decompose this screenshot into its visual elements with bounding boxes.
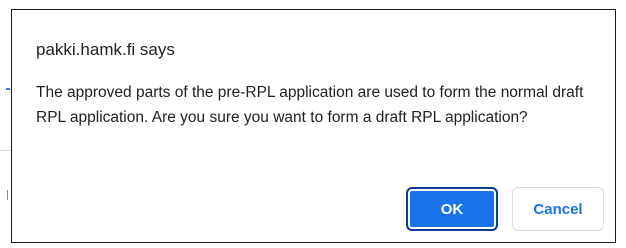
page-link-fragment bbox=[6, 88, 10, 90]
dialog-button-row: OK Cancel bbox=[406, 187, 604, 231]
dialog-message: The approved parts of the pre-RPL applic… bbox=[36, 84, 584, 126]
cancel-button[interactable]: Cancel bbox=[512, 187, 604, 231]
confirm-dialog: pakki.hamk.fi says The approved parts of… bbox=[11, 9, 616, 243]
dialog-title: pakki.hamk.fi says bbox=[36, 40, 175, 59]
ok-button[interactable]: OK bbox=[406, 187, 498, 231]
